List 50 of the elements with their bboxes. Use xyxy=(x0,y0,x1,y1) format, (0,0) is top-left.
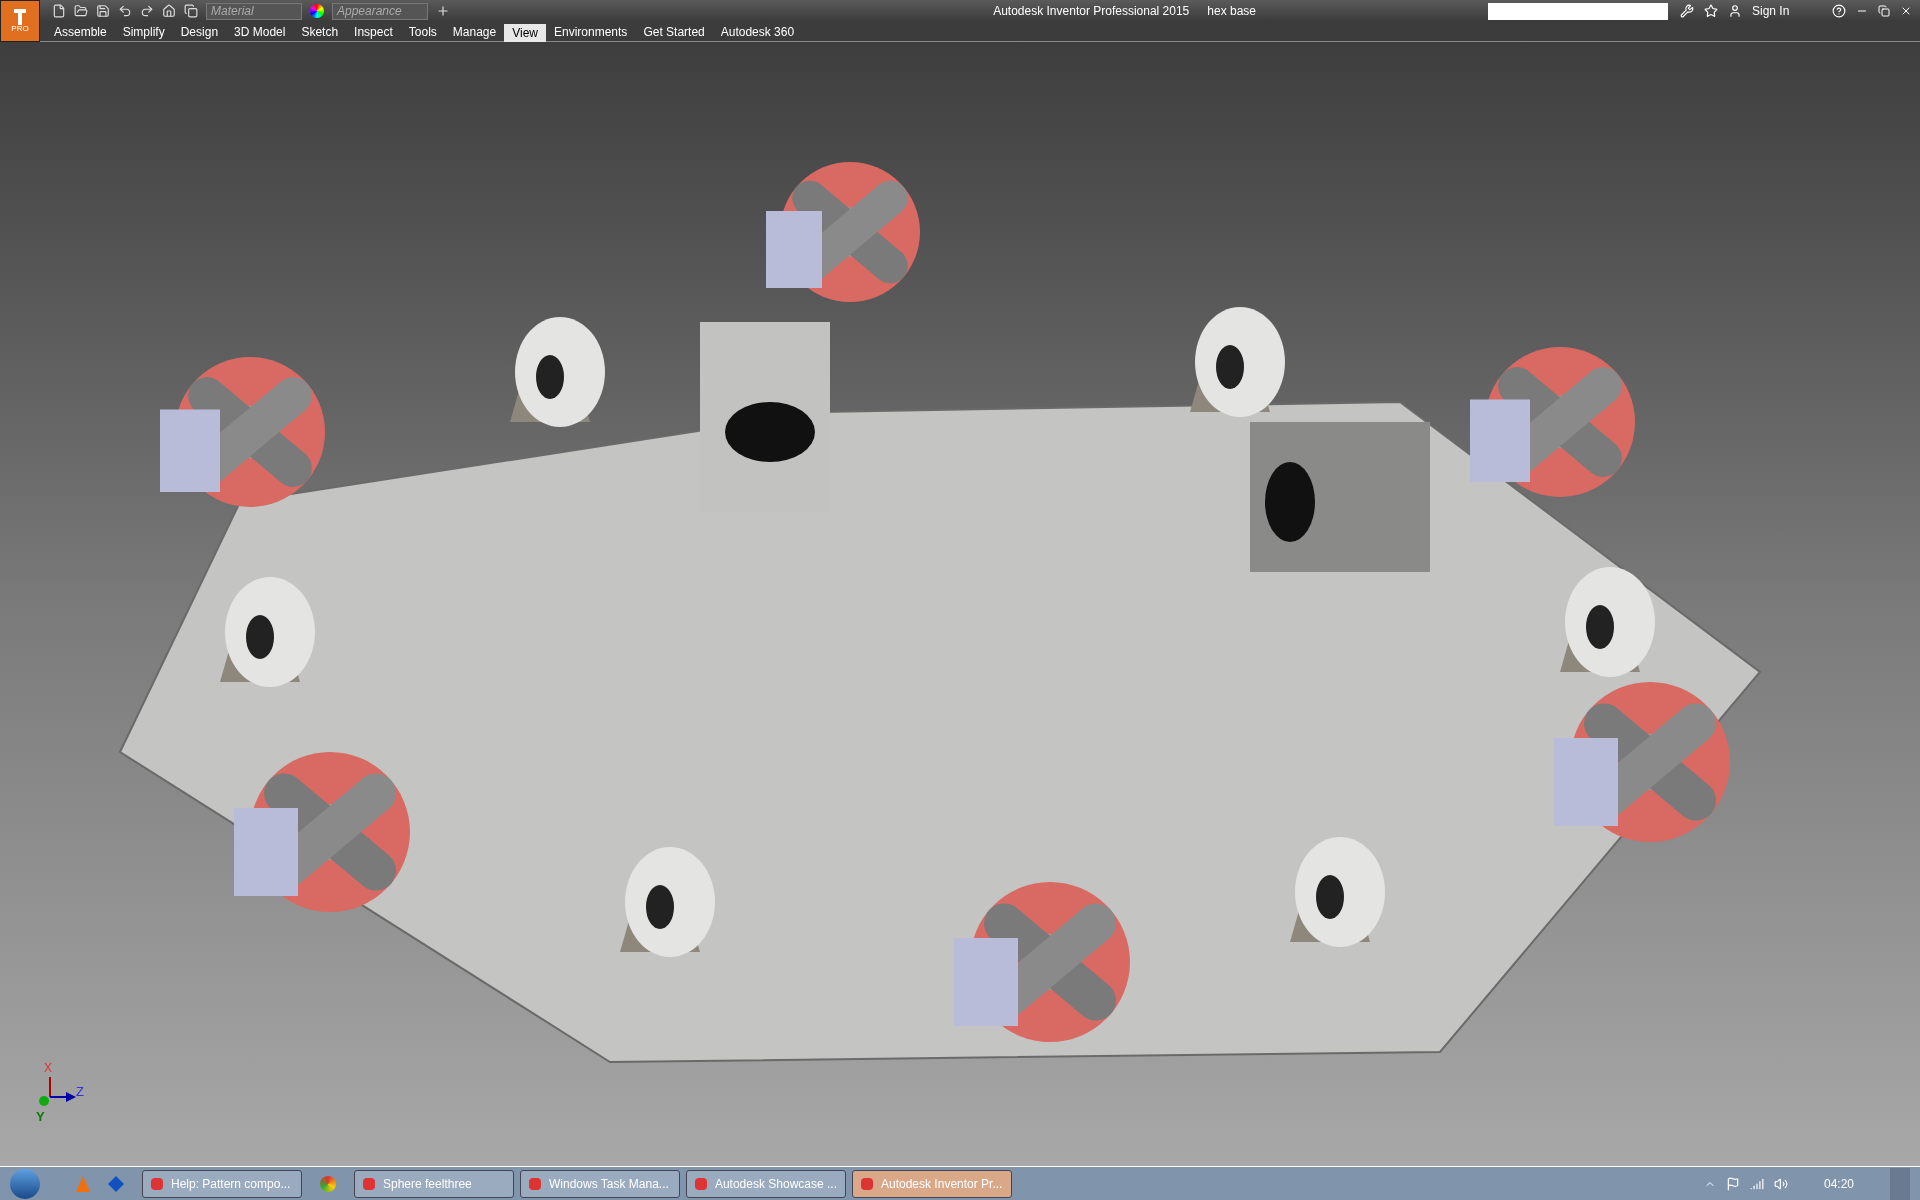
ribbon-tab[interactable]: Simplify xyxy=(114,22,173,41)
logo-mark-icon xyxy=(13,9,27,25)
window-title: Autodesk Inventor Professional 2015 xyxy=(993,3,1190,20)
ribbon-tab[interactable]: 3D Model xyxy=(226,22,294,41)
ribbon-tab[interactable]: Manage xyxy=(444,22,505,41)
wrench-icon[interactable] xyxy=(1680,4,1694,18)
z-axis-label: Z xyxy=(76,1082,84,1101)
restore-icon[interactable] xyxy=(1878,5,1890,17)
window-icon[interactable] xyxy=(184,4,198,18)
redo-icon[interactable] xyxy=(140,4,154,18)
ribbon-tab[interactable]: Autodesk 360 xyxy=(712,22,803,41)
taskbar-label: Sphere feelthree xyxy=(383,1175,472,1193)
ribbon-tab[interactable]: Inspect xyxy=(346,22,401,41)
ribbon-tab[interactable]: Tools xyxy=(400,22,445,41)
app-icon xyxy=(363,1177,375,1190)
ribbon-tab[interactable]: Get Started xyxy=(635,22,713,41)
y-axis-label: Y xyxy=(36,1107,46,1126)
app-icon xyxy=(861,1177,873,1190)
open-folder-icon[interactable] xyxy=(74,4,88,18)
plus-icon[interactable] xyxy=(436,4,450,18)
star-icon[interactable] xyxy=(1704,4,1718,18)
taskbar-label: Help: Pattern compo... xyxy=(171,1175,291,1193)
flag-icon[interactable] xyxy=(1725,1176,1740,1191)
start-button[interactable] xyxy=(10,1168,40,1199)
help-icon[interactable] xyxy=(1832,4,1846,18)
axis-triad-icon xyxy=(36,1076,76,1107)
taskbar-label: Autodesk Showcase ... xyxy=(714,1175,837,1193)
app-icon xyxy=(529,1177,541,1190)
close-icon[interactable] xyxy=(1900,5,1912,17)
user-icon[interactable] xyxy=(1728,4,1742,18)
undo-icon[interactable] xyxy=(118,4,132,18)
x-axis-label: X xyxy=(44,1059,53,1077)
app-badge-label: PRO xyxy=(11,25,29,33)
save-icon[interactable] xyxy=(96,4,110,18)
ribbon-tab[interactable]: Sketch xyxy=(293,22,347,41)
color-wheel-icon[interactable] xyxy=(310,4,324,18)
app-icon xyxy=(695,1177,707,1190)
ribbon-tab[interactable]: View xyxy=(504,23,546,42)
search-field[interactable] xyxy=(1488,2,1668,20)
new-file-icon[interactable] xyxy=(52,4,66,18)
document-title: hex base xyxy=(1207,3,1256,20)
app-icon xyxy=(151,1177,163,1190)
taskbar-label: Autodesk Inventor Pr... xyxy=(881,1175,1003,1193)
taskbar-label: Windows Task Mana... xyxy=(549,1175,669,1193)
sign-in-link[interactable]: Sign In xyxy=(1752,2,1822,20)
ribbon-tab[interactable]: Environments xyxy=(546,22,636,41)
volume-icon[interactable] xyxy=(1773,1176,1788,1191)
home-icon[interactable] xyxy=(162,4,176,18)
ribbon-tab[interactable]: Design xyxy=(172,22,227,41)
ribbon-tab[interactable]: Assemble xyxy=(46,22,115,41)
